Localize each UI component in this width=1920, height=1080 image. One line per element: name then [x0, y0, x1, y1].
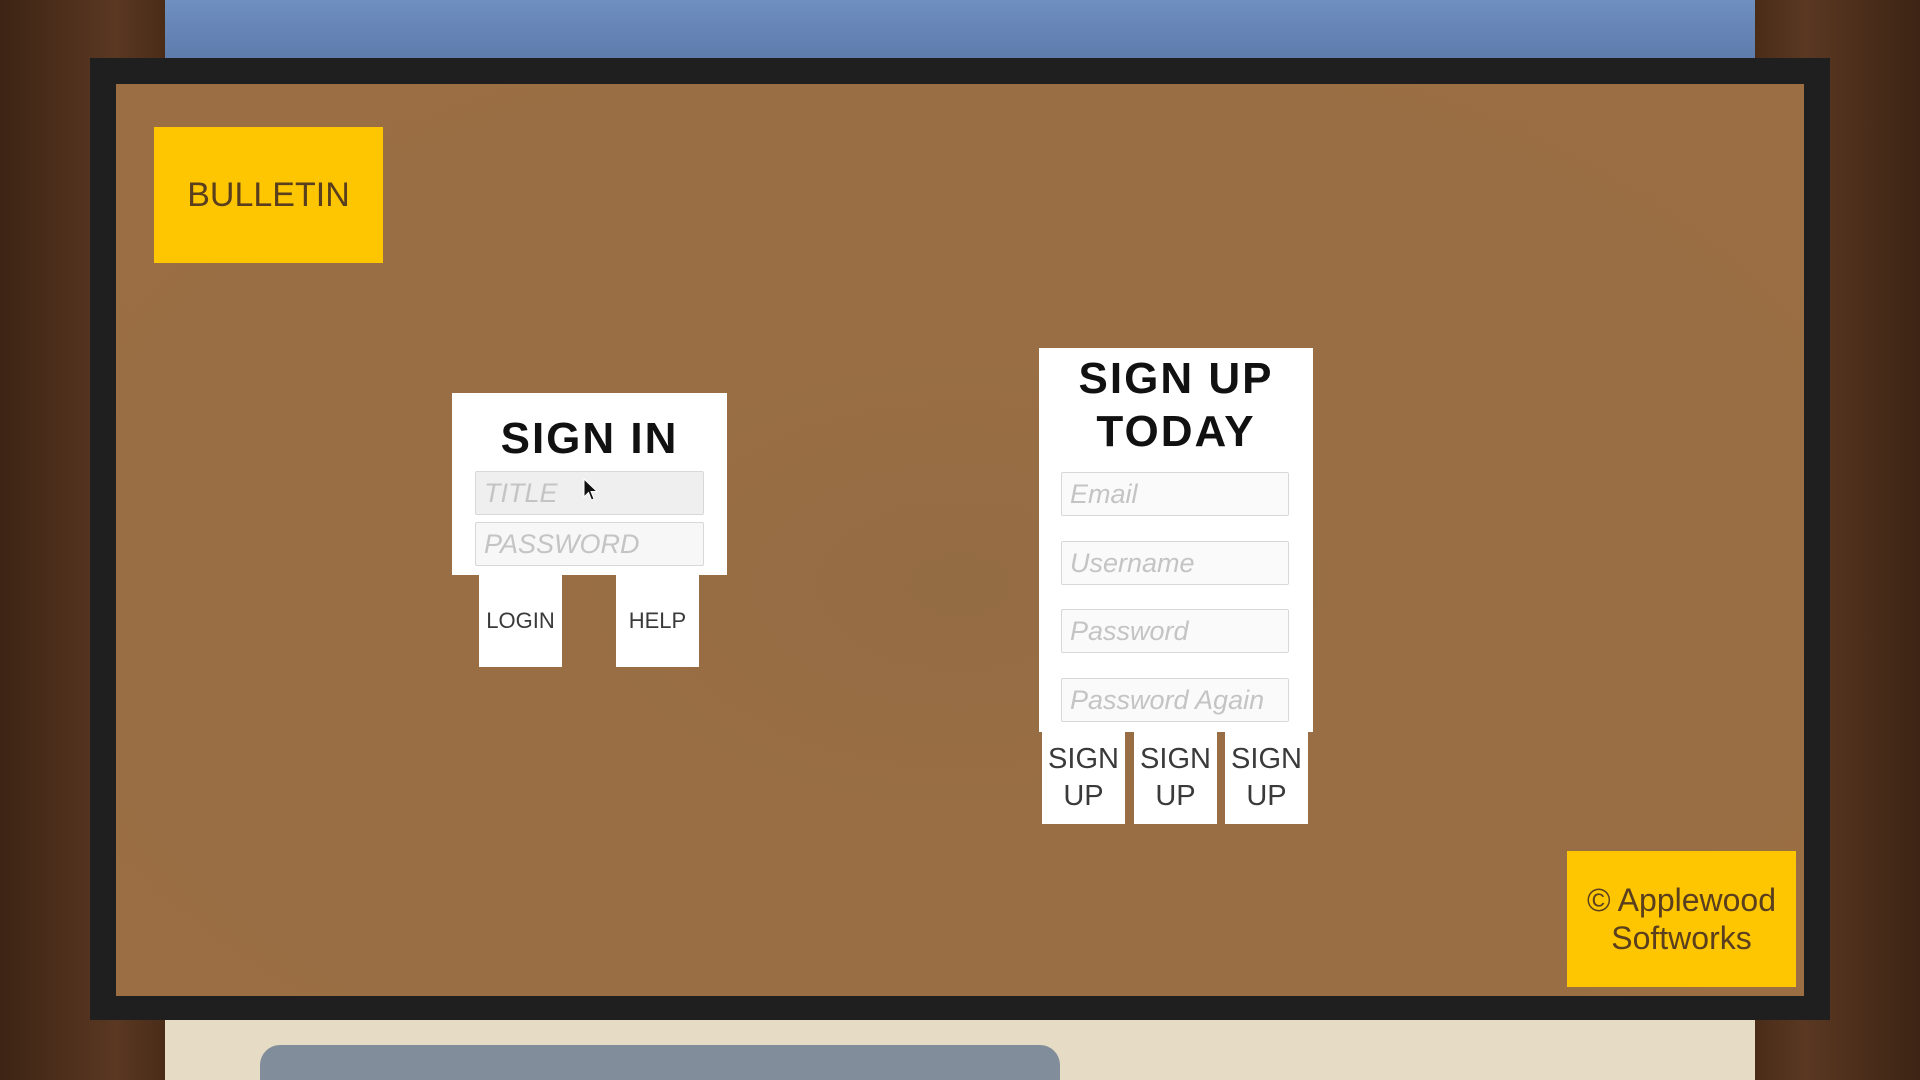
sign-up-button-2[interactable]: SIGN UP — [1134, 732, 1217, 824]
sign-up-button-1[interactable]: SIGN UP — [1042, 732, 1125, 824]
sign-up-button-3[interactable]: SIGN UP — [1225, 732, 1308, 824]
sign-up-button-1-line1: SIGN — [1048, 743, 1119, 775]
sign-in-title: SIGN IN — [500, 414, 679, 463]
username-input[interactable]: Username — [1061, 541, 1289, 585]
copyright-note: © Applewood Softworks — [1567, 851, 1796, 987]
sign-up-title-line2: TODAY — [1096, 407, 1256, 456]
email-placeholder: Email — [1070, 478, 1138, 509]
password-placeholder: PASSWORD — [484, 528, 640, 559]
sign-up-title: SIGN UP TODAY — [1039, 352, 1313, 458]
email-input[interactable]: Email — [1061, 472, 1289, 516]
sign-up-button-2-line1: SIGN — [1140, 743, 1211, 775]
copyright-line2: Softworks — [1611, 920, 1752, 956]
password-again-placeholder: Password Again — [1070, 684, 1265, 715]
sign-up-button-1-line2: UP — [1063, 780, 1104, 812]
login-button[interactable]: LOGIN — [479, 575, 562, 667]
sign-up-button-3-line1: SIGN — [1231, 743, 1302, 775]
mouse-cursor-icon — [583, 478, 599, 501]
sign-up-title-line1: SIGN UP — [1078, 354, 1274, 403]
sign-up-button-3-line2: UP — [1246, 780, 1287, 812]
floor-shadow — [260, 1045, 1060, 1080]
title-placeholder: TITLE — [484, 477, 558, 508]
bulletin-note: BULLETIN — [154, 127, 383, 263]
username-placeholder: Username — [1070, 547, 1195, 578]
copyright-line1: © Applewood — [1586, 882, 1777, 918]
password-input[interactable]: PASSWORD — [475, 522, 704, 566]
signup-password-input[interactable]: Password — [1061, 609, 1289, 653]
sign-up-button-2-line2: UP — [1155, 780, 1196, 812]
help-button[interactable]: HELP — [616, 575, 699, 667]
signup-password-placeholder: Password — [1070, 615, 1189, 646]
sign-up-card: SIGN UP TODAY Email Username Password Pa… — [1039, 348, 1313, 732]
password-again-input[interactable]: Password Again — [1061, 678, 1289, 722]
bulletin-label: BULLETIN — [187, 175, 350, 214]
